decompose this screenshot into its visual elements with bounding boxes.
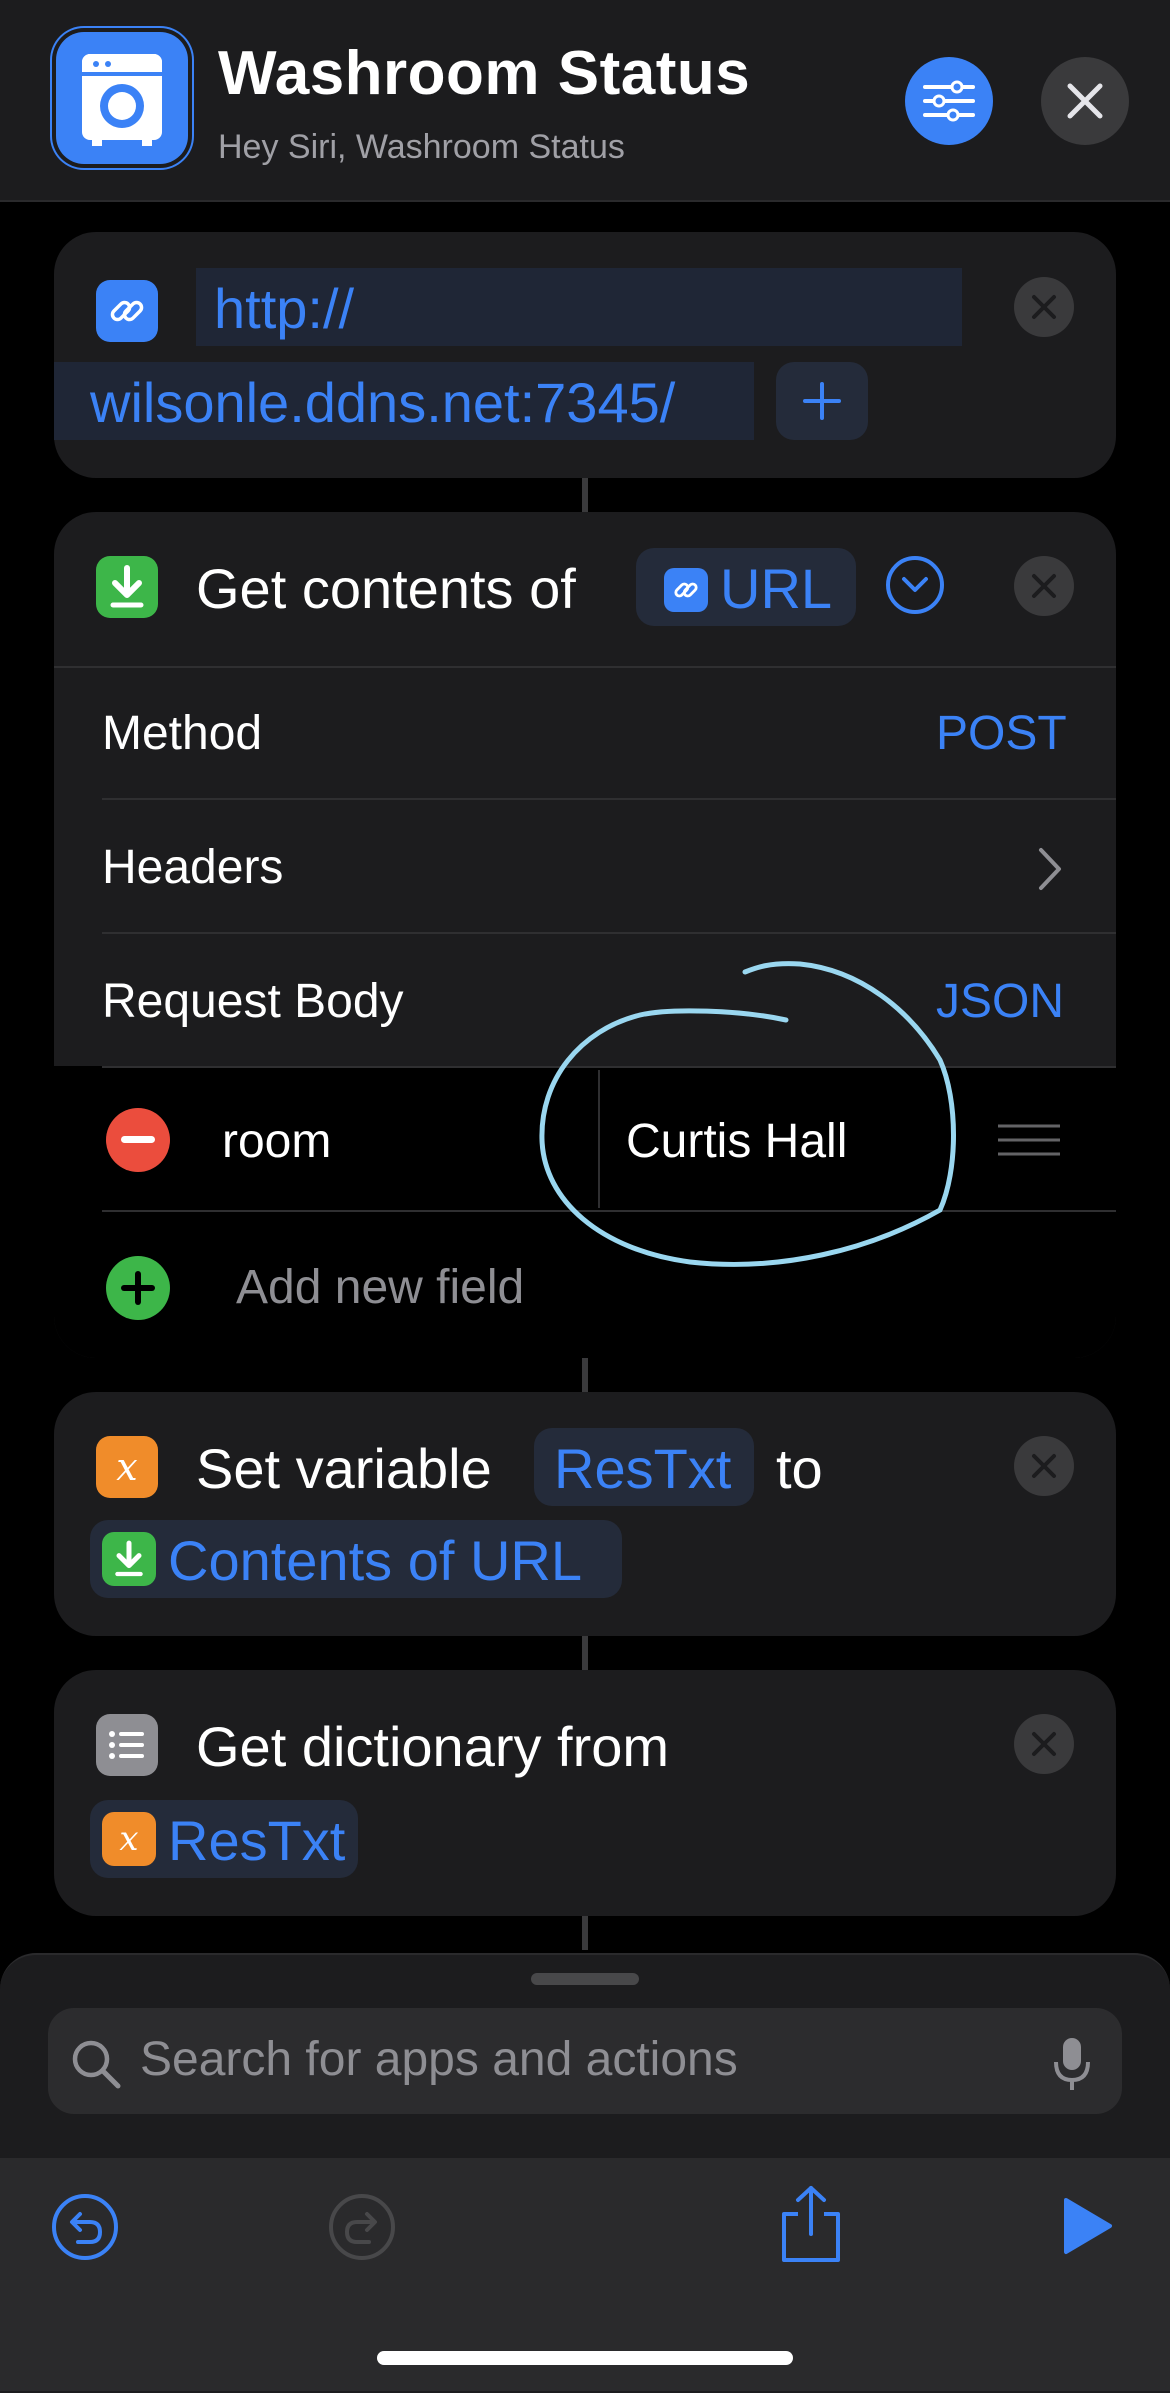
connector <box>582 1358 588 1392</box>
divider <box>102 798 1116 800</box>
home-indicator <box>377 2351 793 2365</box>
close-icon <box>1032 295 1056 319</box>
url-token-label[interactable]: URL <box>720 556 832 621</box>
settings-button[interactable] <box>905 57 993 145</box>
get-dictionary-title: Get dictionary from <box>196 1715 670 1778</box>
contents-of-url-label[interactable]: Contents of URL <box>168 1528 582 1593</box>
reorder-handle-icon[interactable] <box>996 1122 1062 1163</box>
search-placeholder[interactable]: Search for apps and actions <box>140 2032 738 2087</box>
set-variable-title: Set variable <box>196 1437 492 1500</box>
method-value[interactable]: POST <box>936 706 1067 761</box>
play-icon[interactable] <box>1060 2196 1114 2261</box>
shortcut-title[interactable]: Washroom Status <box>218 38 750 109</box>
download-arrow-icon <box>96 556 158 618</box>
plus-icon <box>803 382 841 420</box>
divider <box>54 666 1116 668</box>
variable-x-icon: 𝑥 <box>102 1812 156 1866</box>
close-button[interactable] <box>1041 57 1129 145</box>
close-icon <box>1032 1732 1056 1756</box>
redo-icon[interactable] <box>327 2192 397 2267</box>
link-icon <box>96 280 158 342</box>
sheet-grabber[interactable] <box>531 1973 639 1985</box>
washing-machine-app-icon[interactable] <box>56 32 188 164</box>
sliders-icon <box>923 80 975 122</box>
remove-action-button[interactable] <box>1014 1436 1074 1496</box>
microphone-icon[interactable] <box>1052 2036 1092 2097</box>
remove-action-button[interactable] <box>1014 277 1074 337</box>
method-label: Method <box>102 707 263 760</box>
list-icon <box>96 1714 158 1776</box>
add-new-field-label[interactable]: Add new field <box>236 1260 524 1315</box>
get-contents-title: Get contents of <box>196 557 576 620</box>
variable-x-icon: 𝑥 <box>96 1436 158 1498</box>
get-dictionary-card[interactable] <box>54 1670 1116 1916</box>
connector <box>582 1636 588 1670</box>
divider <box>102 932 1116 934</box>
siri-phrase: Hey Siri, Washroom Status <box>218 128 625 166</box>
connector <box>582 478 588 512</box>
chevron-right-icon[interactable] <box>1036 846 1064 897</box>
close-icon <box>1032 574 1056 598</box>
search-icon <box>70 2038 122 2095</box>
headers-label[interactable]: Headers <box>102 840 283 895</box>
add-field-button[interactable] <box>106 1256 170 1320</box>
close-icon <box>1032 1454 1056 1478</box>
plus-icon <box>121 1271 155 1305</box>
remove-action-button[interactable] <box>1014 556 1074 616</box>
variable-name[interactable]: ResTxt <box>554 1436 731 1501</box>
connector <box>582 1916 588 1950</box>
to-label: to <box>776 1437 823 1500</box>
annotation-circle <box>539 961 956 1267</box>
link-icon <box>664 568 708 612</box>
download-arrow-icon <box>102 1532 156 1586</box>
delete-field-button[interactable] <box>106 1108 170 1172</box>
restxt-label[interactable]: ResTxt <box>168 1808 345 1873</box>
add-variable-button[interactable] <box>776 362 868 440</box>
url-line2[interactable]: wilsonle.ddns.net:7345/ <box>90 370 675 435</box>
expand-chevron-button[interactable] <box>886 556 944 614</box>
close-icon <box>1067 83 1103 119</box>
minus-icon <box>121 1136 155 1143</box>
washing-machine-icon <box>82 54 162 146</box>
field-key[interactable]: room <box>222 1114 331 1169</box>
share-icon[interactable] <box>778 2184 844 2269</box>
remove-action-button[interactable] <box>1014 1714 1074 1774</box>
url-line1[interactable]: http:// <box>214 276 354 341</box>
chevron-down-icon <box>902 577 928 592</box>
undo-icon[interactable] <box>50 2192 120 2267</box>
request-body-label: Request Body <box>102 975 404 1028</box>
